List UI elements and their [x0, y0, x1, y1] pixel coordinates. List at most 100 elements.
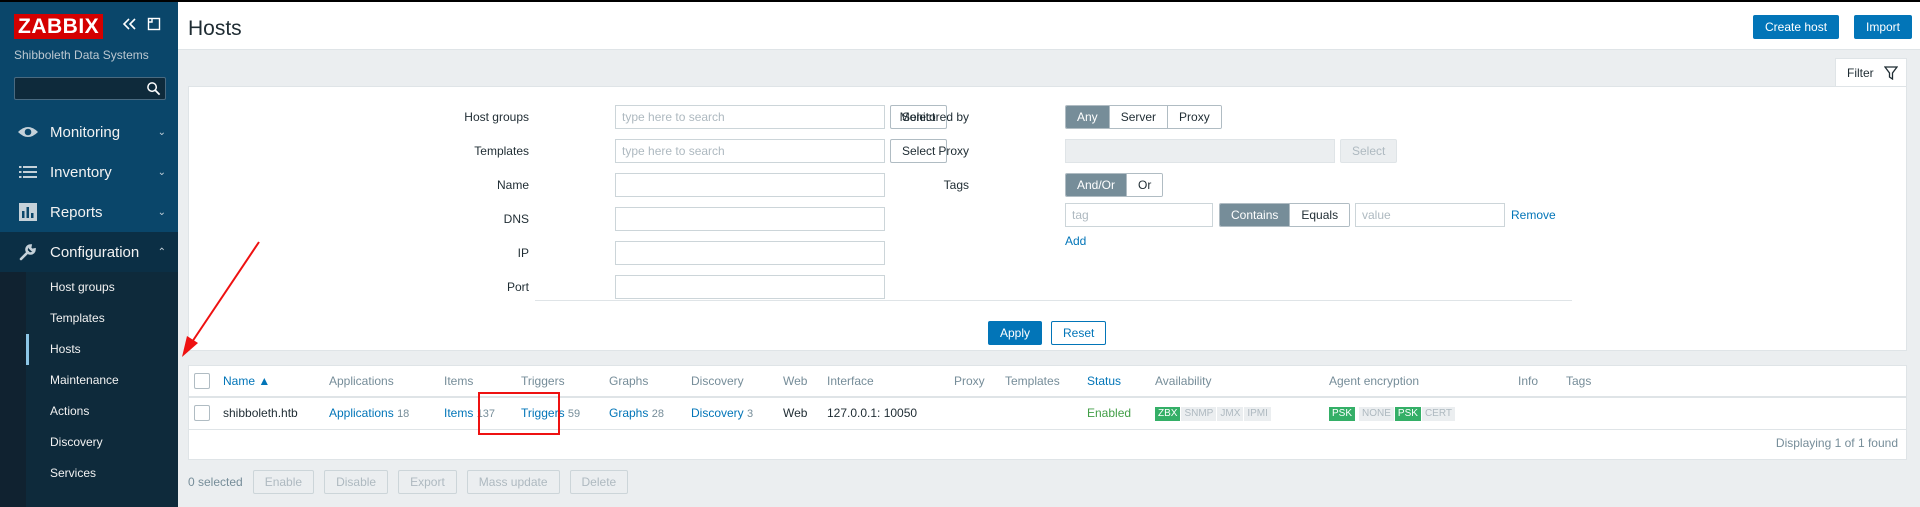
- bar-chart-icon: [16, 202, 40, 222]
- filter-tab[interactable]: Filter: [1835, 58, 1907, 86]
- submenu-item-hosts[interactable]: Hosts: [26, 334, 178, 365]
- delete-button[interactable]: Delete: [569, 470, 629, 494]
- monitored-by-proxy[interactable]: Proxy: [1167, 106, 1221, 128]
- annotation-arrow-icon: [182, 241, 260, 357]
- ip-label: IP: [517, 246, 529, 260]
- name-field[interactable]: [615, 173, 885, 197]
- tag-operator-toggle: Contains Equals: [1219, 203, 1351, 227]
- remove-tag-link[interactable]: Remove: [1511, 208, 1556, 222]
- graphs-count: 28: [651, 408, 664, 420]
- menu-monitoring[interactable]: Monitoring ⌄: [0, 112, 178, 152]
- menu-label: Inventory: [50, 163, 112, 181]
- tag-value-input[interactable]: value: [1355, 203, 1505, 227]
- filter-panel: Host groups type here to search Select T…: [188, 86, 1907, 351]
- chevron-down-icon: ⌄: [157, 206, 166, 218]
- add-tag-link[interactable]: Add: [1065, 234, 1086, 248]
- applications-count: 18: [397, 408, 410, 420]
- column-name[interactable]: Name ▲: [223, 366, 270, 396]
- menu-configuration[interactable]: Configuration ⌃: [0, 232, 178, 272]
- availability-ipmi-badge: IPMI: [1244, 406, 1271, 421]
- search-icon[interactable]: [146, 81, 161, 96]
- row-divider: [189, 429, 1906, 430]
- monitored-by-label: Monitored by: [899, 110, 969, 124]
- applications-cell: Applications 18: [329, 398, 409, 429]
- triggers-count: 59: [567, 408, 581, 420]
- wrench-icon: [16, 242, 40, 262]
- selected-count: 0 selected: [188, 475, 243, 489]
- monitored-by-server[interactable]: Server: [1108, 106, 1168, 128]
- encryption-cert-badge: CERT: [1421, 406, 1455, 421]
- submenu-item-templates[interactable]: Templates: [26, 303, 178, 334]
- web-link[interactable]: Web: [783, 398, 807, 429]
- submenu-gutter: [0, 272, 26, 507]
- filter-divider: [535, 300, 1572, 301]
- expand-icon[interactable]: [145, 16, 163, 36]
- select-all-checkbox[interactable]: [194, 373, 210, 389]
- availability-snmp-badge: SNMP: [1181, 406, 1217, 421]
- menu-inventory[interactable]: Inventory ⌄: [0, 152, 178, 192]
- submenu-item-maintenance[interactable]: Maintenance: [26, 365, 178, 396]
- submenu-item-actions[interactable]: Actions: [26, 396, 178, 427]
- graphs-link[interactable]: Graphs: [609, 406, 648, 420]
- availability-cell: ZBX SNMP JMX IPMI: [1155, 398, 1272, 429]
- menu-label: Configuration: [50, 243, 140, 261]
- port-field[interactable]: [615, 275, 885, 299]
- column-web: Web: [783, 374, 808, 388]
- apply-button[interactable]: Apply: [988, 321, 1043, 345]
- reset-button[interactable]: Reset: [1051, 321, 1107, 345]
- submenu-item-host-groups[interactable]: Host groups: [26, 272, 178, 303]
- menu-label: Reports: [50, 203, 103, 221]
- page-header: Hosts Create host Import: [178, 2, 1920, 50]
- search-input[interactable]: [14, 77, 166, 100]
- column-status[interactable]: Status: [1087, 366, 1121, 396]
- tags-or[interactable]: Or: [1126, 174, 1163, 196]
- templates-label: Templates: [474, 144, 529, 158]
- ip-field[interactable]: [615, 241, 885, 265]
- column-discovery: Discovery: [691, 374, 744, 388]
- double-chevron-left-icon[interactable]: [120, 16, 138, 36]
- discovery-link[interactable]: Discovery: [691, 406, 744, 420]
- disable-button[interactable]: Disable: [324, 470, 389, 494]
- status-enabled-link[interactable]: Enabled: [1087, 398, 1131, 429]
- configuration-submenu: Host groups Templates Hosts Maintenance …: [0, 272, 178, 507]
- monitored-by-any[interactable]: Any: [1066, 106, 1109, 128]
- port-label: Port: [506, 280, 529, 294]
- mass-update-button[interactable]: Mass update: [466, 470, 560, 494]
- tag-input[interactable]: tag: [1065, 203, 1213, 227]
- column-agent-encryption: Agent encryption: [1329, 374, 1420, 388]
- mass-action-bar: 0 selected Enable Disable Export Mass up…: [188, 470, 638, 494]
- export-button[interactable]: Export: [398, 470, 457, 494]
- hosts-table: Name ▲ Applications Items Triggers Graph…: [188, 365, 1907, 460]
- proxy-label: Proxy: [938, 144, 969, 158]
- monitored-by-toggle: Any Server Proxy: [1065, 105, 1222, 129]
- proxy-select-button: Select: [1340, 139, 1398, 163]
- column-graphs: Graphs: [609, 374, 649, 388]
- column-info: Info: [1518, 374, 1539, 388]
- zabbix-logo[interactable]: ZABBIX: [14, 14, 104, 39]
- encryption-none-badge: NONE: [1359, 406, 1394, 421]
- tag-operator-equals[interactable]: Equals: [1289, 204, 1350, 226]
- host-name-link[interactable]: shibboleth.htb: [223, 398, 298, 429]
- tags-label: Tags: [943, 178, 969, 192]
- host-groups-input[interactable]: type here to search: [615, 105, 885, 129]
- name-label: Name: [496, 178, 529, 192]
- items-link[interactable]: Items: [444, 406, 473, 420]
- menu-label: Monitoring: [50, 123, 121, 141]
- row-checkbox[interactable]: [194, 405, 210, 421]
- templates-input[interactable]: type here to search: [615, 139, 885, 163]
- tags-and-or[interactable]: And/Or: [1066, 174, 1127, 196]
- create-host-button[interactable]: Create host: [1753, 15, 1840, 39]
- column-availability: Availability: [1155, 374, 1212, 388]
- import-button[interactable]: Import: [1854, 15, 1913, 39]
- main-content: Hosts Create host Import Filter Host gro…: [178, 0, 1920, 507]
- interface-cell: 127.0.0.1: 10050: [827, 406, 918, 420]
- dns-field[interactable]: [615, 207, 885, 231]
- list-icon: [16, 162, 40, 182]
- applications-link[interactable]: Applications: [329, 406, 394, 420]
- enable-button[interactable]: Enable: [252, 470, 315, 494]
- menu-reports[interactable]: Reports ⌄: [0, 192, 178, 232]
- tag-operator-contains[interactable]: Contains: [1220, 204, 1290, 226]
- submenu-item-services[interactable]: Services: [26, 458, 178, 489]
- submenu-item-discovery[interactable]: Discovery: [26, 427, 178, 458]
- graphs-cell: Graphs 28: [609, 398, 664, 429]
